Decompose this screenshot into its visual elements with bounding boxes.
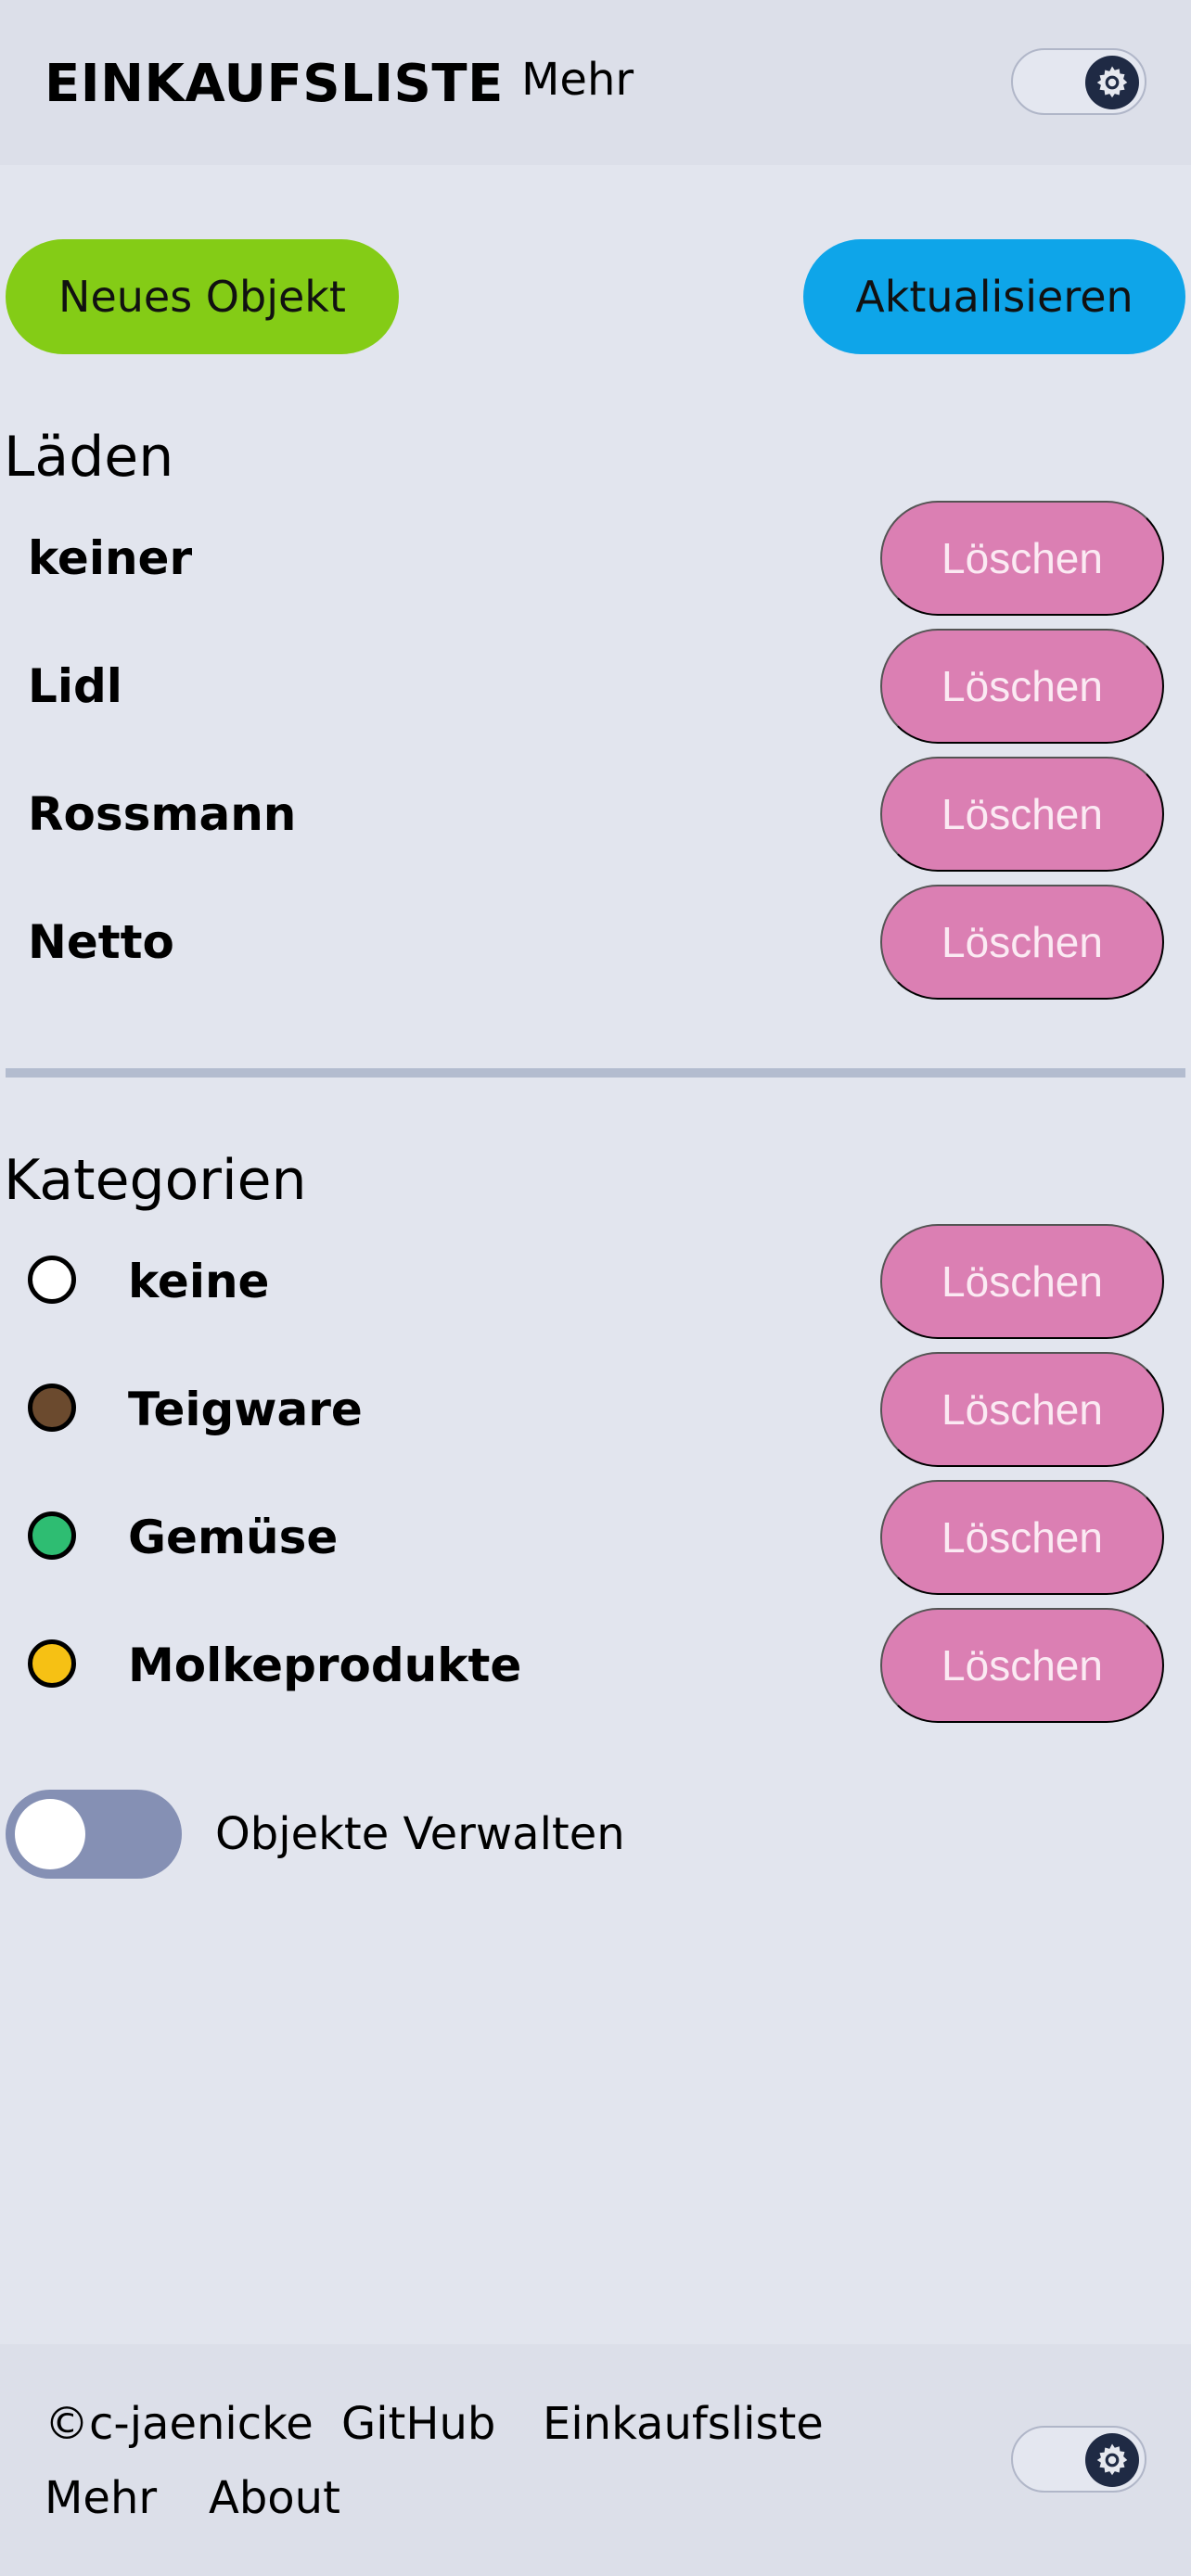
delete-category-button[interactable]: Löschen (880, 1352, 1164, 1467)
category-color-dot (28, 1639, 76, 1688)
footer-link-app[interactable]: Einkaufsliste (543, 2398, 824, 2450)
footer-link-github[interactable]: GitHub (341, 2398, 495, 2450)
gear-icon (1085, 56, 1139, 109)
footer-link-copyright[interactable]: ©c-jaenicke (45, 2398, 314, 2450)
manage-items-label: Objekte Verwalten (215, 1808, 625, 1860)
category-row: Molkeprodukte Löschen (0, 1608, 1191, 1723)
store-name: Lidl (28, 659, 122, 713)
delete-store-button[interactable]: Löschen (880, 501, 1164, 616)
category-row: Gemüse Löschen (0, 1480, 1191, 1595)
category-color-dot (28, 1256, 76, 1304)
store-row: Rossmann Löschen (0, 757, 1191, 872)
nav-link-more[interactable]: Mehr (521, 54, 634, 106)
store-row: Lidl Löschen (0, 629, 1191, 744)
footer: ©c-jaenicke GitHub Einkaufsliste Mehr Ab… (0, 2344, 1191, 2576)
stores-heading: Läden (4, 425, 174, 490)
delete-category-button[interactable]: Löschen (880, 1608, 1164, 1723)
gear-icon (1085, 2433, 1139, 2487)
category-name: Teigware (128, 1383, 363, 1436)
category-row: keine Löschen (0, 1224, 1191, 1339)
store-name: Rossmann (28, 787, 297, 841)
store-row: keiner Löschen (0, 501, 1191, 616)
categories-heading: Kategorien (4, 1148, 307, 1213)
category-name: Molkeprodukte (128, 1639, 522, 1692)
app-title[interactable]: EINKAUFSLISTE (45, 54, 504, 114)
delete-store-button[interactable]: Löschen (880, 757, 1164, 872)
theme-toggle[interactable] (1011, 48, 1146, 115)
category-color-dot (28, 1384, 76, 1432)
top-navbar: EINKAUFSLISTE Mehr (0, 0, 1191, 165)
delete-category-button[interactable]: Löschen (880, 1224, 1164, 1339)
delete-category-button[interactable]: Löschen (880, 1480, 1164, 1595)
category-name: Gemüse (128, 1511, 339, 1564)
delete-store-button[interactable]: Löschen (880, 629, 1164, 744)
store-name: Netto (28, 915, 174, 969)
toggle-knob (15, 1799, 85, 1869)
category-row: Teigware Löschen (0, 1352, 1191, 1467)
section-divider (6, 1068, 1185, 1078)
footer-theme-toggle[interactable] (1011, 2426, 1146, 2493)
store-row: Netto Löschen (0, 885, 1191, 1000)
delete-store-button[interactable]: Löschen (880, 885, 1164, 1000)
refresh-button[interactable]: Aktualisieren (803, 239, 1185, 354)
category-name: keine (128, 1255, 270, 1308)
footer-link-more[interactable]: Mehr (45, 2472, 157, 2524)
store-name: keiner (28, 531, 193, 585)
new-item-button[interactable]: Neues Objekt (6, 239, 399, 354)
footer-link-about[interactable]: About (209, 2472, 340, 2524)
manage-items-toggle[interactable] (6, 1790, 182, 1879)
category-color-dot (28, 1511, 76, 1560)
